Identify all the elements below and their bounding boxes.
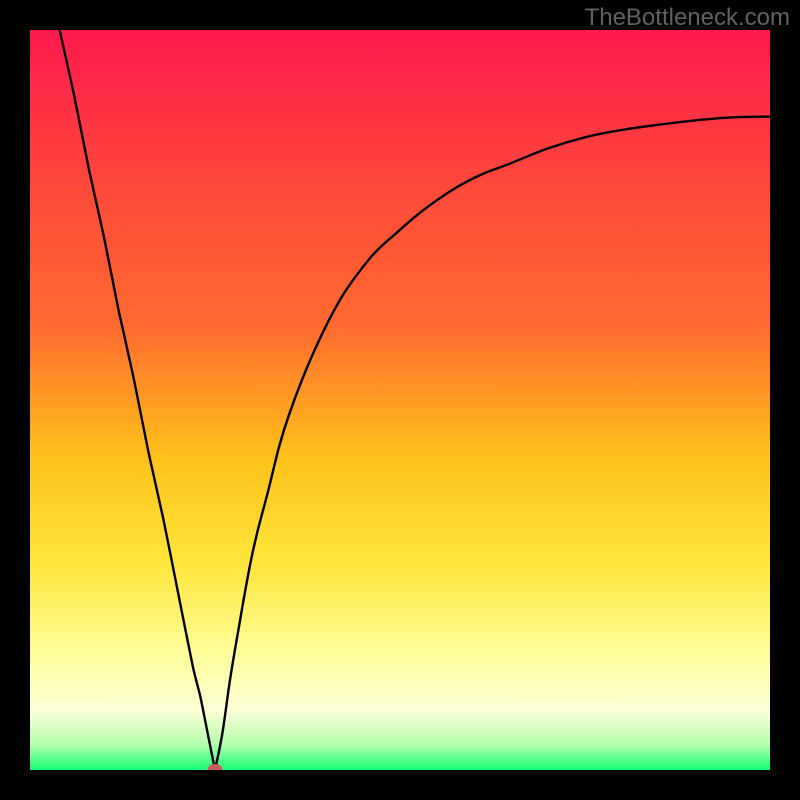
chart-svg [30,30,770,770]
watermark-text: TheBottleneck.com [585,4,790,32]
chart-frame: TheBottleneck.com [0,0,800,800]
chart-plot-area [30,30,770,770]
chart-background [30,30,770,770]
